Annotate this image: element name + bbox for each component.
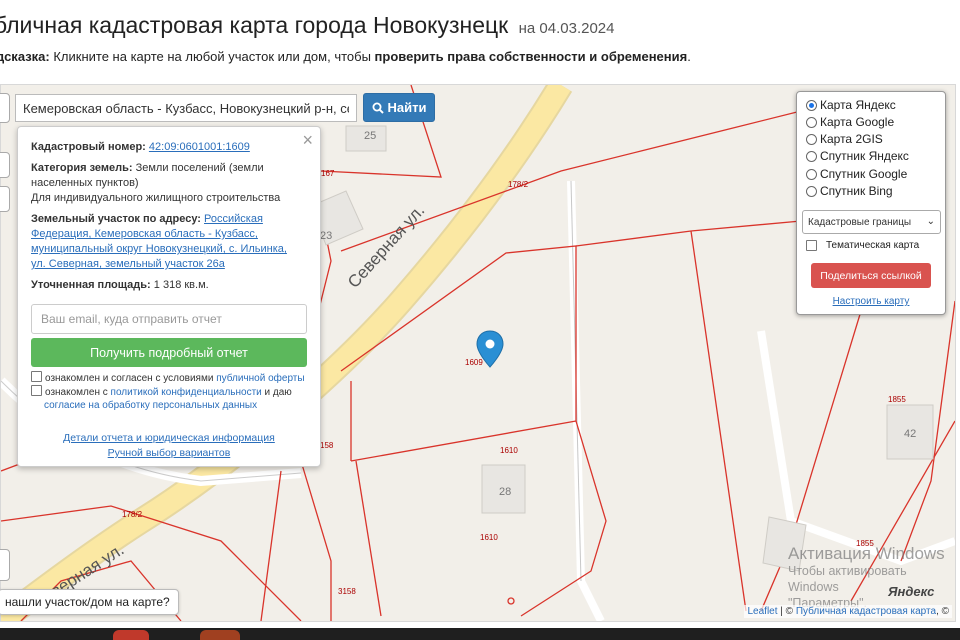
map-control[interactable] bbox=[0, 549, 10, 581]
radio[interactable] bbox=[806, 150, 817, 162]
not-found-prompt[interactable]: нашли участок/дом на карте? bbox=[0, 589, 179, 615]
search-button-label: Найти bbox=[387, 100, 427, 115]
map-control[interactable] bbox=[0, 186, 10, 212]
layer-label: Спутник Яндекс bbox=[820, 149, 909, 163]
chevron-down-icon: ⌄ bbox=[926, 216, 935, 227]
consent-privacy-checkbox[interactable] bbox=[31, 385, 42, 396]
house-number: 23 bbox=[320, 230, 333, 242]
area-value: 1 318 кв.м. bbox=[153, 279, 209, 291]
cadnum-link[interactable]: 42:09:0601001:1609 bbox=[149, 141, 250, 153]
share-link-button[interactable]: Поделиться ссылкой bbox=[811, 263, 931, 288]
offer-link[interactable]: публичной оферты bbox=[216, 373, 304, 384]
parcel-label: 3158 bbox=[338, 587, 356, 596]
manual-link[interactable]: Ручной выбор вариантов bbox=[108, 447, 231, 459]
email-placeholder: Ваш email, куда отправить отчет bbox=[41, 312, 222, 326]
radio[interactable] bbox=[806, 116, 817, 128]
layers-panel: Карта Яндекс Карта Google Карта 2GIS Спу… bbox=[796, 91, 946, 315]
cadnum-label: Кадастровый номер: bbox=[31, 141, 146, 153]
leaflet-link[interactable]: Leaflet bbox=[747, 606, 777, 617]
layer-label: Карта 2GIS bbox=[820, 132, 883, 146]
thematic-label: Тематическая карта bbox=[826, 240, 920, 251]
search-input[interactable] bbox=[15, 94, 357, 122]
address-label: Земельный участок по адресу: bbox=[31, 213, 201, 225]
hint-end: . bbox=[687, 49, 691, 64]
layer-option[interactable]: Спутник Bing bbox=[806, 183, 893, 199]
house-number: 42 bbox=[904, 428, 917, 440]
details-row: Детали отчета и юридическая информация bbox=[18, 432, 320, 444]
close-icon[interactable]: × bbox=[302, 131, 313, 149]
attrib-end: , © bbox=[936, 606, 949, 617]
overlay-select[interactable]: Кадастровые границы ⌄ bbox=[802, 210, 941, 234]
consent-privacy-text: ознакомлен с bbox=[45, 387, 108, 398]
radio[interactable] bbox=[806, 133, 817, 145]
page-date: на 04.03.2024 bbox=[518, 20, 615, 37]
consent-privacy-mid: и даю bbox=[264, 387, 292, 398]
search-icon bbox=[372, 102, 384, 114]
hint-line: дсказка: Кликните на карте на любой учас… bbox=[0, 49, 691, 64]
address-row: Земельный участок по адресу: Российская … bbox=[31, 212, 301, 272]
house-number: 25 bbox=[364, 130, 377, 142]
layer-option[interactable]: Спутник Яндекс bbox=[806, 148, 909, 164]
consent-offer-row: ознакомлен и согласен с условиями публич… bbox=[31, 371, 311, 385]
map-control[interactable] bbox=[0, 152, 10, 178]
layer-label: Карта Google bbox=[820, 115, 895, 129]
email-field[interactable]: Ваш email, куда отправить отчет bbox=[31, 304, 307, 334]
yandex-logo: Яндекс bbox=[888, 584, 935, 599]
get-report-button[interactable]: Получить подробный отчет bbox=[31, 338, 307, 367]
hint-bold: проверить права собственности и обремене… bbox=[374, 49, 688, 64]
watermark-title: Активация Windows bbox=[788, 544, 945, 563]
layer-option[interactable]: Карта Яндекс bbox=[806, 97, 896, 113]
area-label: Уточненная площадь: bbox=[31, 279, 151, 291]
layer-option[interactable]: Карта 2GIS bbox=[806, 131, 883, 147]
layer-label: Спутник Google bbox=[820, 167, 908, 181]
taskbar-app[interactable] bbox=[113, 630, 149, 640]
map-attribution: Leaflet | © Публичная кадастровая карта,… bbox=[744, 605, 952, 618]
data-consent-link[interactable]: согласие на обработку персональных данны… bbox=[44, 400, 257, 411]
layer-option[interactable]: Карта Google bbox=[806, 114, 894, 130]
details-link[interactable]: Детали отчета и юридическая информация bbox=[63, 432, 275, 444]
parcel-label: 158 bbox=[320, 441, 334, 450]
usage-value: Для индивидуального жилищного строительс… bbox=[31, 192, 281, 204]
hint-label: дсказка: bbox=[0, 49, 50, 64]
parcel-label: 167 bbox=[321, 169, 335, 178]
parcel-label: 1610 bbox=[500, 446, 518, 455]
category-row: Категория земель: Земли поселений (земли… bbox=[31, 161, 301, 206]
overlay-select-value: Кадастровые границы bbox=[808, 216, 912, 228]
not-found-text: нашли участок/дом на карте? bbox=[5, 595, 170, 609]
consent-offer-checkbox[interactable] bbox=[31, 371, 42, 382]
parcel-label: 1609 bbox=[465, 358, 483, 367]
radio[interactable] bbox=[806, 185, 817, 197]
category-label: Категория земель: bbox=[31, 162, 133, 174]
zoom-control[interactable] bbox=[0, 93, 10, 123]
parcel-label: 1855 bbox=[888, 395, 906, 404]
consent-offer-text: ознакомлен и согласен с условиями bbox=[45, 373, 214, 384]
radio-selected[interactable] bbox=[806, 99, 817, 111]
page-title-text: бличная кадастровая карта города Новокуз… bbox=[0, 12, 509, 38]
taskbar-app[interactable] bbox=[200, 630, 240, 640]
configure-map-link[interactable]: Настроить карту bbox=[833, 296, 910, 307]
manual-row: Ручной выбор вариантов bbox=[18, 447, 320, 459]
parcel-popup: × Кадастровый номер: 42:09:0601001:1609 … bbox=[17, 126, 321, 467]
layer-option[interactable]: Спутник Google bbox=[806, 166, 907, 182]
page-title: бличная кадастровая карта города Новокуз… bbox=[0, 12, 615, 39]
pkk-link[interactable]: Публичная кадастровая карта bbox=[796, 606, 936, 617]
area-row: Уточненная площадь: 1 318 кв.м. bbox=[31, 278, 301, 293]
house-number: 28 bbox=[499, 486, 512, 498]
consent-privacy-row: ознакомлен с политикой конфиденциальност… bbox=[31, 385, 311, 412]
thematic-row[interactable]: Тематическая карта bbox=[806, 240, 919, 251]
search-button[interactable]: Найти bbox=[363, 93, 435, 122]
cadnum-row: Кадастровый номер: 42:09:0601001:1609 bbox=[31, 140, 301, 155]
hint-text: Кликните на карте на любой участок или д… bbox=[53, 49, 371, 64]
layer-label: Спутник Bing bbox=[820, 184, 893, 198]
privacy-link[interactable]: политикой конфиденциальности bbox=[111, 387, 262, 398]
road-label: 178/2 bbox=[508, 180, 529, 189]
thematic-checkbox[interactable] bbox=[806, 240, 817, 251]
road-label: 178/2 bbox=[122, 510, 143, 519]
windows-activation-watermark: Активация Windows Чтобы активировать Win… bbox=[788, 544, 960, 611]
parcel-label: 1610 bbox=[480, 533, 498, 542]
layer-label: Карта Яндекс bbox=[820, 98, 896, 112]
taskbar bbox=[0, 628, 960, 640]
radio[interactable] bbox=[806, 168, 817, 180]
attrib-sep: | © bbox=[780, 606, 794, 617]
